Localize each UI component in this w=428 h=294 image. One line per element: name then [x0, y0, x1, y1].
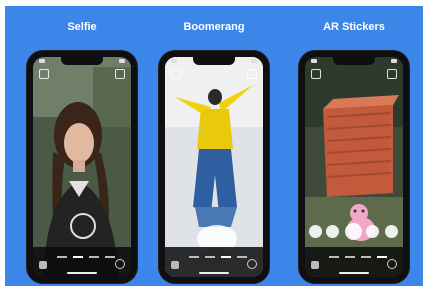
phone-mockup-selfie — [27, 51, 137, 283]
camera-screen-ar-stickers — [305, 57, 403, 277]
home-indicator — [339, 272, 369, 274]
capture-button[interactable] — [345, 223, 362, 240]
home-indicator — [199, 272, 229, 274]
camera-mode-selector[interactable] — [57, 256, 115, 259]
flash-icon[interactable] — [247, 69, 257, 79]
camera-top-controls — [311, 69, 397, 79]
sticker-option[interactable] — [366, 225, 379, 238]
camera-top-controls — [39, 69, 125, 79]
settings-icon[interactable] — [171, 69, 181, 79]
sticker-option[interactable] — [309, 225, 322, 238]
boomerang-photo — [165, 57, 263, 277]
panel-title-selfie: Selfie — [67, 21, 97, 33]
settings-icon[interactable] — [39, 69, 49, 79]
phone-mockup-ar-stickers — [299, 51, 409, 283]
camera-screen-selfie — [33, 57, 131, 277]
camera-mode-selector[interactable] — [329, 256, 387, 259]
sticker-option[interactable] — [385, 225, 398, 238]
home-indicator — [67, 272, 97, 274]
flip-camera-icon[interactable] — [387, 259, 397, 269]
sticker-tray — [309, 223, 399, 243]
gallery-thumbnail-icon[interactable] — [39, 261, 47, 269]
flip-camera-icon[interactable] — [247, 259, 257, 269]
flash-icon[interactable] — [115, 69, 125, 79]
sticker-option[interactable] — [326, 225, 339, 238]
promo-banner: Selfie Boomerang AR Stickers — [5, 6, 423, 286]
ar-stickers-photo — [305, 57, 403, 277]
selfie-photo — [33, 57, 131, 277]
gallery-thumbnail-icon[interactable] — [311, 261, 319, 269]
phone-notch — [333, 57, 375, 65]
flip-camera-icon[interactable] — [115, 259, 125, 269]
phone-mockup-boomerang — [159, 51, 269, 283]
gallery-thumbnail-icon[interactable] — [171, 261, 179, 269]
camera-top-controls — [171, 69, 257, 79]
panel-title-ar-stickers: AR Stickers — [323, 21, 385, 33]
camera-screen-boomerang — [165, 57, 263, 277]
panel-title-boomerang: Boomerang — [183, 21, 245, 33]
settings-icon[interactable] — [311, 69, 321, 79]
flash-icon[interactable] — [387, 69, 397, 79]
shutter-button[interactable] — [70, 213, 96, 239]
phone-notch — [61, 57, 103, 65]
camera-mode-selector[interactable] — [189, 256, 247, 259]
phone-notch — [193, 57, 235, 65]
